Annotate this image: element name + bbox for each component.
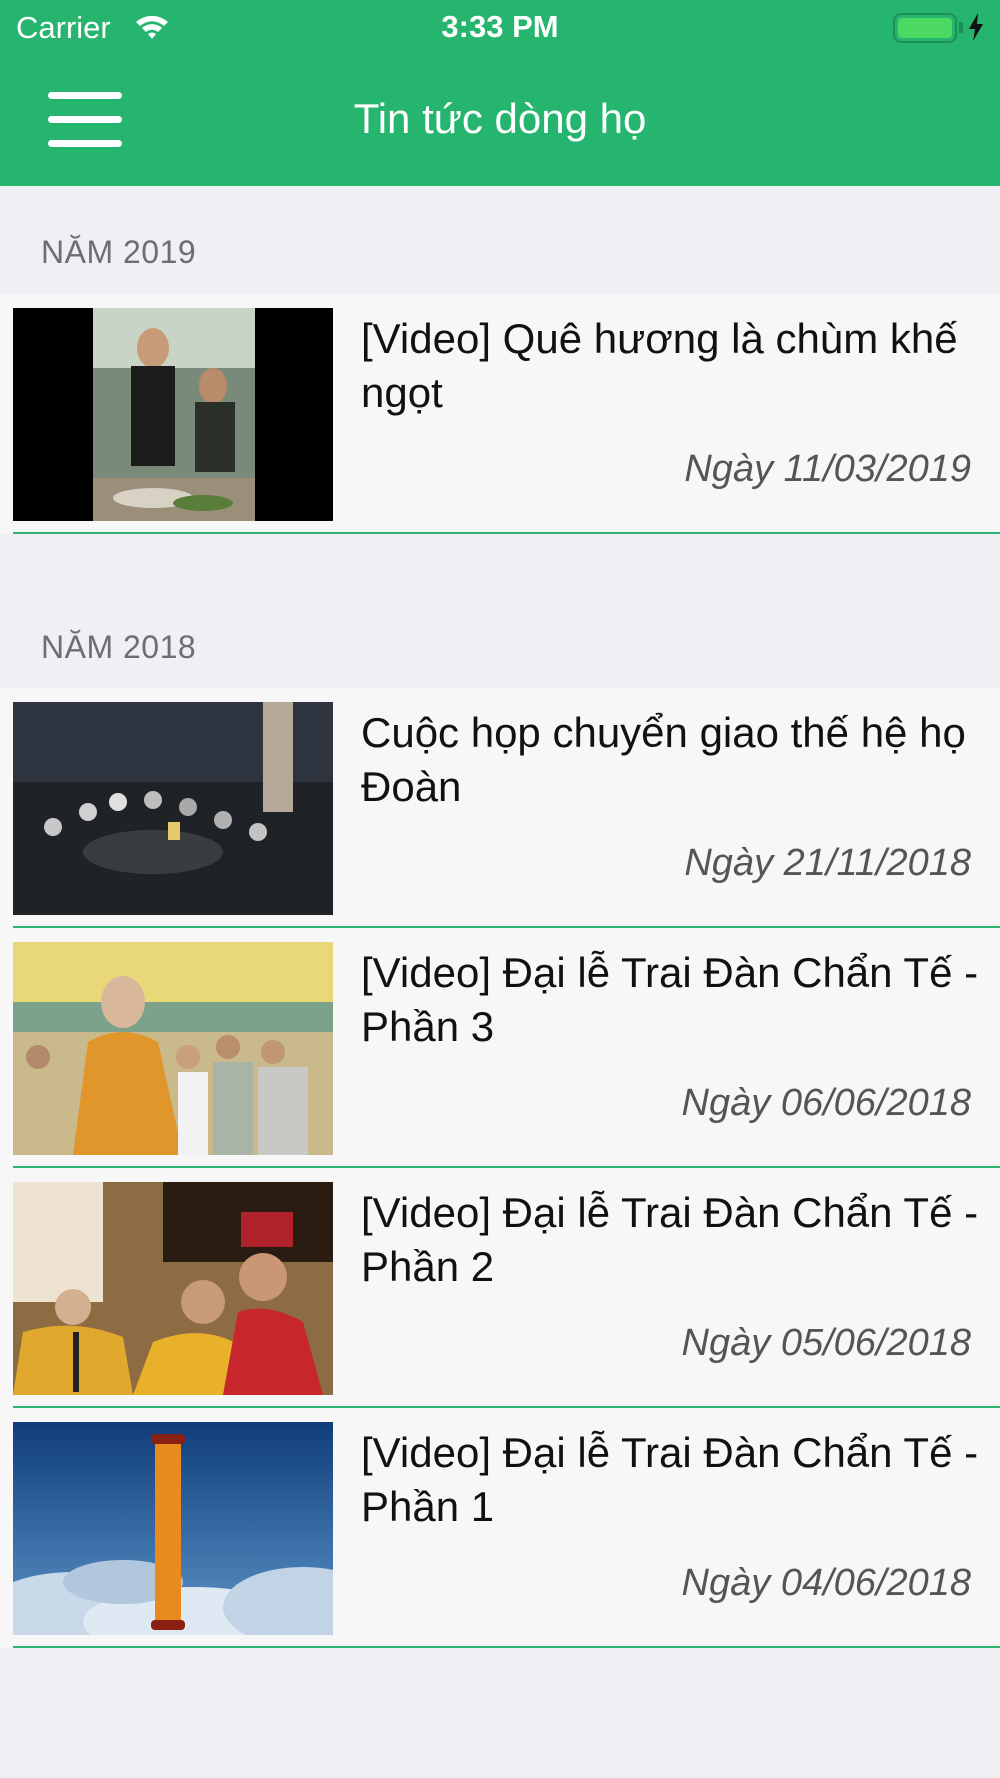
battery-icon [893,13,957,43]
news-date: Ngày 11/03/2019 [684,448,971,490]
charging-bolt-icon [967,12,985,47]
news-title: [Video] Quê hương là chùm khế ngọt [361,315,958,416]
video-thumbnail [13,1422,333,1635]
news-date: Ngày 05/06/2018 [681,1322,971,1364]
status-bar: Carrier 3:33 PM [0,0,1000,54]
video-thumbnail [13,942,333,1155]
news-title: Cuộc họp chuyển giao thế hệ họ Đoàn [361,709,966,810]
news-date: Ngày 21/11/2018 [684,842,971,884]
news-title: [Video] Đại lễ Trai Đàn Chẩn Tế - Phần 1 [361,1429,979,1530]
section-header-2019: NĂM 2019 [41,234,197,270]
video-thumbnail [13,1182,333,1395]
news-title: [Video] Đại lễ Trai Đàn Chẩn Tế - Phần 3 [361,949,979,1050]
list-item[interactable]: [Video] Đại lễ Trai Đàn Chẩn Tế - Phần 2… [0,1168,1000,1408]
list-item[interactable]: [Video] Đại lễ Trai Đàn Chẩn Tế - Phần 1… [0,1408,1000,1648]
news-title: [Video] Đại lễ Trai Đàn Chẩn Tế - Phần 2 [361,1189,979,1290]
battery-cap [959,22,963,33]
list-item[interactable]: Cuộc họp chuyển giao thế hệ họ Đoàn Ngày… [0,688,1000,928]
row-divider [13,532,1000,534]
page-title: Tin tức dòng họ [353,95,647,142]
list-item[interactable]: [Video] Quê hương là chùm khế ngọt Ngày … [0,294,1000,534]
news-date: Ngày 04/06/2018 [681,1562,971,1604]
row-divider [13,1646,1000,1648]
section-header-2018: NĂM 2018 [41,629,197,665]
navigation-header: Carrier 3:33 PM Tin tức dòng họ [0,0,1000,186]
list-item[interactable]: [Video] Đại lễ Trai Đàn Chẩn Tế - Phần 3… [0,928,1000,1168]
status-time: 3:33 PM [441,9,559,44]
video-thumbnail [13,308,333,521]
news-thumbnail [13,702,333,915]
news-date: Ngày 06/06/2018 [681,1082,971,1124]
